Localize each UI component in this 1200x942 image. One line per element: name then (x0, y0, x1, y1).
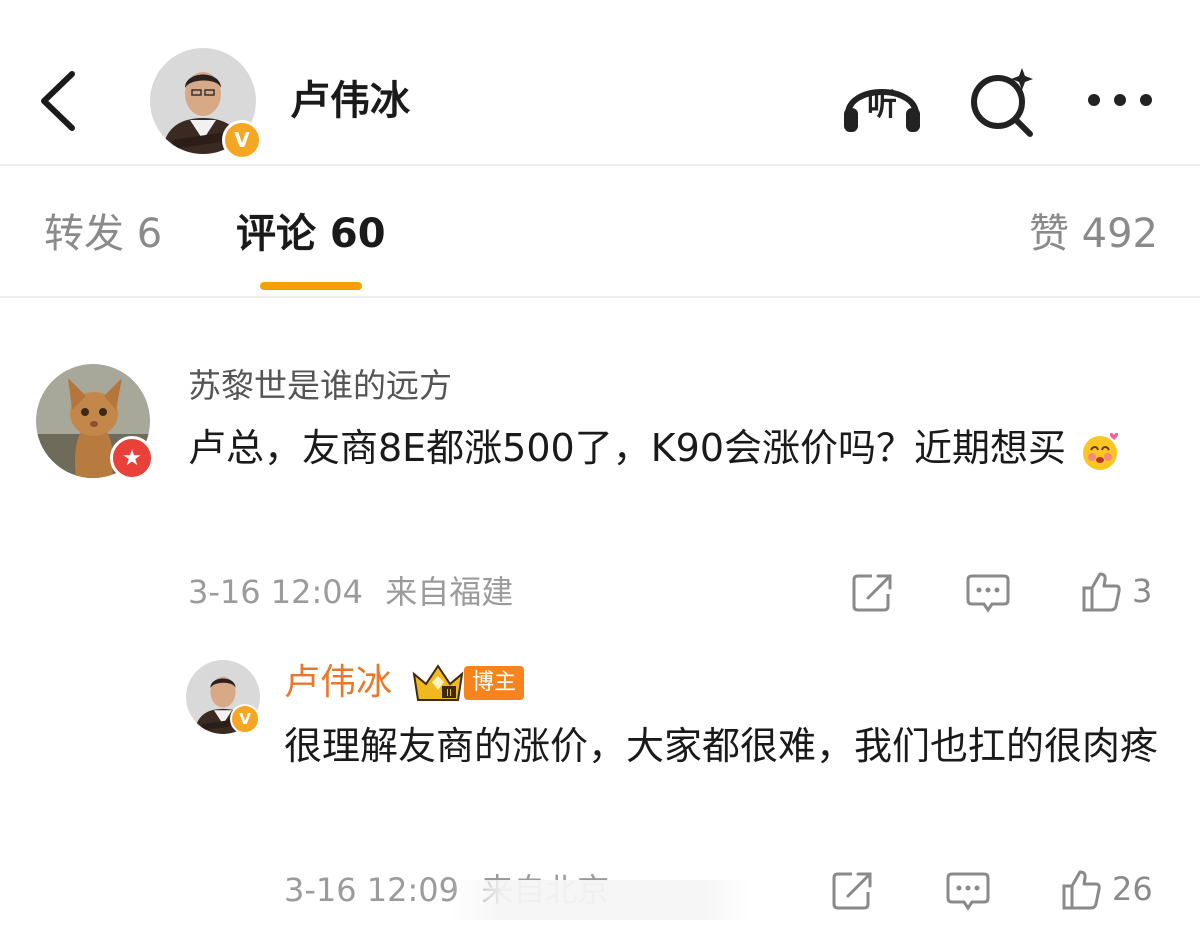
replier-avatar[interactable]: V (186, 660, 260, 734)
tab-comment[interactable]: 评论 60 (236, 208, 386, 260)
reply-reply-button[interactable] (946, 870, 990, 912)
comment-location: 来自福建 (385, 573, 514, 611)
reply-like-count: 26 (1112, 870, 1153, 908)
reply-like-button[interactable]: 26 (1060, 868, 1153, 910)
comment-share-button[interactable] (852, 572, 894, 612)
back-button[interactable] (30, 66, 90, 136)
search-sparkle-icon (971, 68, 1033, 137)
reply-share-button[interactable] (832, 870, 874, 910)
active-tab-indicator (260, 282, 362, 290)
reply-time: 3-16 12:09 (284, 871, 460, 909)
comment-reply-button[interactable] (966, 572, 1010, 614)
page-title[interactable]: 卢伟冰 (290, 76, 410, 126)
tab-repost[interactable]: 转发 6 (44, 208, 162, 260)
tab-like[interactable]: 赞 492 (1029, 208, 1158, 260)
search-button[interactable] (968, 66, 1040, 138)
comment-meta: 3-16 12:04 来自福建 (188, 570, 513, 614)
thumbs-up-icon (1062, 870, 1101, 910)
share-icon (852, 574, 892, 612)
blush-emoji-icon (1083, 432, 1119, 470)
replier-username[interactable]: 卢伟冰 (284, 660, 392, 706)
comment-like-count: 3 (1132, 572, 1153, 610)
comment-text: 卢总，友商8E都涨500了，K90会涨价吗？近期想买 (188, 426, 1066, 470)
comment-icon (966, 574, 1010, 613)
reply-body: 很理解友商的涨价，大家都很难，我们也扛的很肉疼 (284, 724, 1159, 768)
comment-icon (946, 872, 990, 911)
comment-like-button[interactable]: 3 (1080, 570, 1152, 612)
replier-verified-badge: V (230, 704, 260, 734)
listen-button[interactable]: 听 (838, 66, 926, 136)
member-star-badge: ★ (110, 436, 154, 480)
comment-time: 3-16 12:04 (188, 573, 364, 611)
thumbs-up-icon (1082, 572, 1121, 612)
commenter-avatar[interactable]: ★ (36, 364, 154, 480)
profile-avatar[interactable]: V (150, 48, 262, 160)
more-horizontal-icon (1088, 94, 1152, 106)
more-options-button[interactable] (1084, 80, 1156, 120)
tab-bar: 转发 6 评论 60 赞 492 (0, 168, 1200, 298)
comment-body: 卢总，友商8E都涨500了，K90会涨价吗？近期想买 (188, 416, 1178, 480)
share-icon (832, 872, 872, 910)
verified-badge: V (222, 120, 262, 160)
listen-label: 听 (867, 88, 897, 123)
watermark-overlay (450, 880, 750, 920)
svg-text:II: II (446, 688, 452, 699)
chevron-left-icon (41, 71, 75, 131)
blogger-role-badge: 博主 (464, 666, 525, 700)
commenter-username[interactable]: 苏黎世是谁的远方 (188, 364, 452, 408)
top-bar: V 卢伟冰 听 (0, 0, 1200, 166)
crown-badge-icon: II (412, 664, 464, 701)
